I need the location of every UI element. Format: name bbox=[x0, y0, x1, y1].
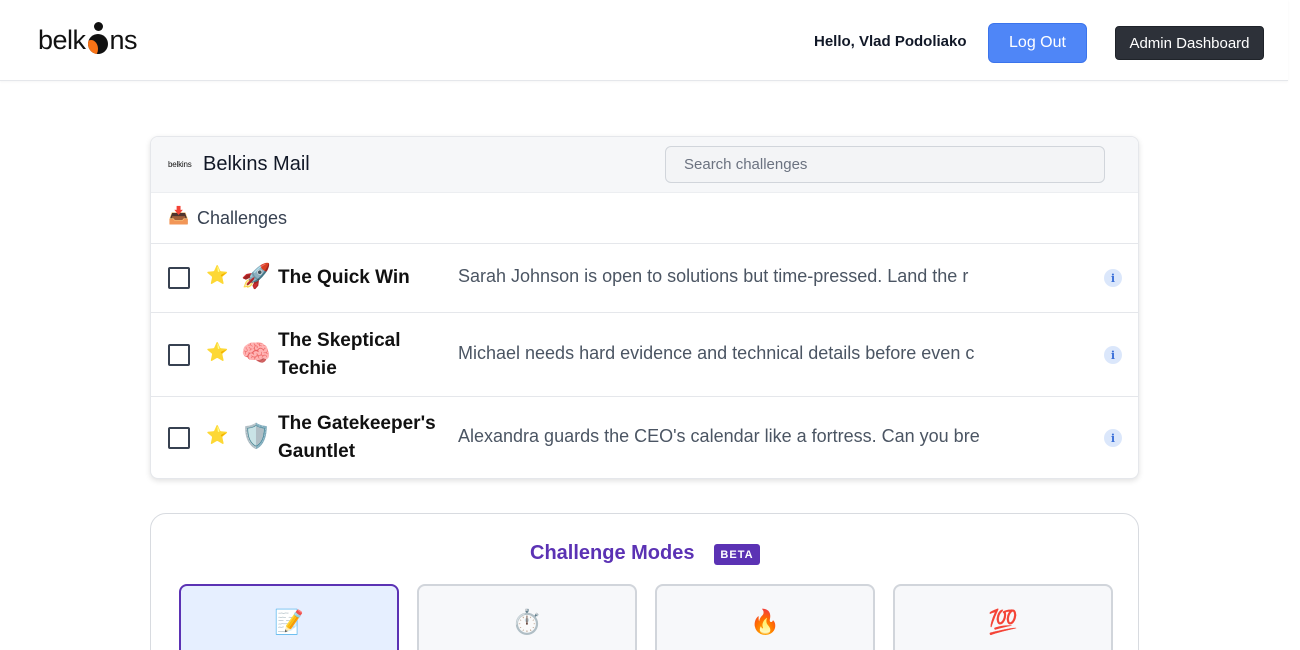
star-icon[interactable]: ⭐ bbox=[206, 265, 228, 286]
challenge-description: Michael needs hard evidence and technica… bbox=[458, 343, 975, 363]
challenge-title: The Skeptical Techie bbox=[278, 330, 401, 379]
logout-button[interactable]: Log Out bbox=[988, 23, 1087, 63]
logo-person-icon bbox=[87, 22, 109, 56]
row-checkbox[interactable] bbox=[168, 344, 190, 366]
mini-logo: belkins bbox=[168, 160, 192, 169]
admin-dashboard-button[interactable]: Admin Dashboard bbox=[1115, 26, 1264, 60]
logo-text-end: ns bbox=[109, 25, 138, 55]
folder-challenges[interactable]: 📥 Challenges bbox=[151, 193, 1138, 244]
memo-icon: 📝 bbox=[274, 609, 304, 636]
challenge-description: Alexandra guards the CEO's calendar like… bbox=[458, 426, 980, 446]
hundred-points-icon: 💯 bbox=[988, 609, 1018, 636]
mode-tile-fire[interactable]: 🔥 bbox=[655, 584, 875, 650]
modes-title: Challenge Modes bbox=[530, 542, 695, 564]
top-bar: belk ns Hello, Vlad Podoliako Log Out Adm… bbox=[0, 0, 1288, 81]
user-greeting: Hello, Vlad Podoliako bbox=[814, 33, 967, 50]
challenge-title: The Gatekeeper's Gauntlet bbox=[278, 413, 436, 462]
star-icon[interactable]: ⭐ bbox=[206, 342, 228, 363]
challenge-title: The Quick Win bbox=[278, 267, 410, 288]
challenge-modes-panel: Challenge Modes BETA 📝 ⏱️ 🔥 💯 bbox=[150, 513, 1139, 650]
challenge-description: Sarah Johnson is open to solutions but t… bbox=[458, 266, 969, 286]
brain-icon: 🧠 bbox=[241, 340, 271, 367]
rocket-icon: 🚀 bbox=[241, 263, 271, 290]
mode-tile-memo[interactable]: 📝 bbox=[179, 584, 399, 650]
row-checkbox[interactable] bbox=[168, 427, 190, 449]
info-icon[interactable]: i bbox=[1104, 346, 1122, 364]
mode-tile-stopwatch[interactable]: ⏱️ bbox=[417, 584, 637, 650]
challenge-row[interactable]: ⭐ 🧠 The Skeptical Techie Michael needs hard… bbox=[151, 313, 1138, 397]
mail-panel: belkins Belkins Mail 📥 Challenges ⭐ 🚀 The … bbox=[150, 136, 1139, 479]
star-icon[interactable]: ⭐ bbox=[206, 425, 228, 446]
search-input[interactable] bbox=[665, 146, 1105, 183]
challenge-row[interactable]: ⭐ 🛡️ The Gatekeeper's Gauntlet Alexandra gu… bbox=[151, 397, 1138, 478]
fire-icon: 🔥 bbox=[750, 609, 780, 636]
mail-title: Belkins Mail bbox=[203, 153, 310, 175]
mode-tile-hundred-points[interactable]: 💯 bbox=[893, 584, 1113, 650]
inbox-tray-icon: 📥 bbox=[168, 206, 190, 225]
mail-header: belkins Belkins Mail bbox=[151, 137, 1138, 193]
belkins-logo[interactable]: belk ns bbox=[38, 22, 138, 56]
folder-label: Challenges bbox=[197, 208, 288, 228]
logo-text-start: belk bbox=[38, 25, 86, 55]
challenge-row[interactable]: ⭐ 🚀 The Quick Win Sarah Johnson is open to … bbox=[151, 244, 1138, 313]
beta-badge: BETA bbox=[714, 544, 760, 565]
shield-icon: 🛡️ bbox=[241, 423, 271, 450]
info-icon[interactable]: i bbox=[1104, 269, 1122, 287]
stopwatch-icon: ⏱️ bbox=[512, 609, 542, 636]
row-checkbox[interactable] bbox=[168, 267, 190, 289]
info-icon[interactable]: i bbox=[1104, 429, 1122, 447]
